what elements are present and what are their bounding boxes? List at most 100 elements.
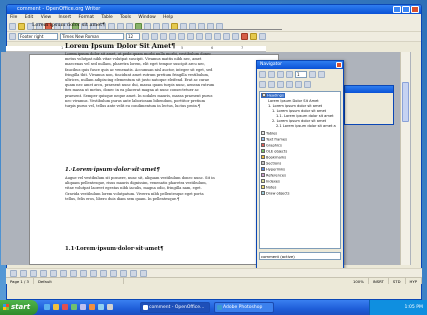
justify-icon[interactable] xyxy=(196,33,203,40)
menu-edit[interactable]: Edit xyxy=(25,15,34,20)
flowchart-icon[interactable] xyxy=(110,269,117,277)
navigation-icon[interactable] xyxy=(268,70,275,78)
text-icon[interactable] xyxy=(60,269,67,277)
quicklaunch-app-icon[interactable] xyxy=(62,304,68,310)
open-folder-icon[interactable] xyxy=(18,23,25,30)
taskbar-button-photoshop[interactable]: Adobe Photoshop xyxy=(214,302,274,313)
stars-icon[interactable] xyxy=(120,269,127,277)
tree-item-tables[interactable]: Tables xyxy=(261,131,277,136)
next-icon[interactable] xyxy=(286,70,293,78)
tree-item-references[interactable]: References xyxy=(261,173,286,178)
menu-tools[interactable]: Tools xyxy=(120,15,131,20)
window-titlebar[interactable]: comment - OpenOffice.org Writer xyxy=(7,5,421,14)
italic-icon[interactable] xyxy=(151,33,158,40)
tree-item-draw-objects[interactable]: Draw objects xyxy=(261,191,289,196)
callout-icon[interactable] xyxy=(70,269,77,277)
align-left-icon[interactable] xyxy=(169,33,176,40)
heading-3[interactable]: 1.1·Lorem·ipsum·dolor·sit·amet¶ xyxy=(65,246,164,252)
minimize-button[interactable] xyxy=(393,6,401,13)
numbering-icon[interactable] xyxy=(205,33,212,40)
reminder-icon[interactable] xyxy=(286,80,293,88)
new-document-icon[interactable] xyxy=(9,23,16,30)
menu-file[interactable]: File xyxy=(10,15,17,20)
page-header-text[interactable]: Lorem ipsum dolor sit amet¶ xyxy=(32,22,105,28)
menu-help[interactable]: Help xyxy=(163,15,173,20)
underline-icon[interactable] xyxy=(160,33,167,40)
status-zoom[interactable]: 100% xyxy=(349,278,369,284)
heading-2[interactable]: 1.·Lorem·ipsum·dolor·sit·amet¶ xyxy=(65,167,160,173)
quicklaunch-app-icon[interactable] xyxy=(71,304,77,310)
status-hyperlink-mode[interactable]: HYP xyxy=(406,278,422,284)
navigator-close-button[interactable] xyxy=(336,62,342,68)
paragraph-style-select[interactable]: Footer right xyxy=(18,33,58,40)
promote-chapter-icon[interactable] xyxy=(295,80,302,88)
line-icon[interactable] xyxy=(20,269,27,277)
anchor-icon[interactable] xyxy=(277,80,284,88)
previous-icon[interactable] xyxy=(277,70,284,78)
quicklaunch-app-icon[interactable] xyxy=(98,304,104,310)
font-name-select[interactable]: Times New Roman xyxy=(60,33,124,40)
heading-1[interactable]: Lorem Ipsum Dolor Sit Amet¶ xyxy=(65,42,175,50)
bullets-icon[interactable] xyxy=(214,33,221,40)
tree-item-notes[interactable]: Notes xyxy=(261,185,276,190)
rectangle-icon[interactable] xyxy=(30,269,37,277)
from-file-icon[interactable] xyxy=(140,269,147,277)
header-icon[interactable] xyxy=(259,80,266,88)
basic-shapes-icon[interactable] xyxy=(80,269,87,277)
styles-titlebar[interactable] xyxy=(345,86,393,93)
menu-insert[interactable]: Insert xyxy=(59,15,72,20)
align-right-icon[interactable] xyxy=(187,33,194,40)
expand-icon[interactable] xyxy=(262,93,266,97)
decrease-indent-icon[interactable] xyxy=(223,33,230,40)
navigator-titlebar[interactable]: Navigator xyxy=(257,61,343,69)
body-paragraph-2[interactable]: Augue vel vestibulum sit posuere, nunc s… xyxy=(65,176,215,242)
tree-item[interactable]: Lorem Ipsum Dolor Sit Amet xyxy=(268,99,319,103)
tree-item[interactable]: 1. Lorem ipsum dolor sit amet xyxy=(268,104,322,108)
toggle-icon[interactable] xyxy=(259,70,266,78)
menu-table[interactable]: Table xyxy=(101,15,112,20)
select-icon[interactable] xyxy=(10,269,17,277)
menu-view[interactable]: View xyxy=(41,15,51,20)
tree-item-ole-objects[interactable]: OLE objects xyxy=(261,149,287,154)
background-color-icon[interactable] xyxy=(259,33,266,40)
quicklaunch-desktop-icon[interactable] xyxy=(107,304,113,310)
fontwork-icon[interactable] xyxy=(130,269,137,277)
ellipse-icon[interactable] xyxy=(40,269,47,277)
bold-icon[interactable] xyxy=(142,33,149,40)
tree-item[interactable]: 2.1 Lorem ipsum dolor sit amet a xyxy=(276,124,336,128)
tree-item[interactable]: 2. Lorem ipsum dolor sit amet xyxy=(272,119,326,123)
page-number-field[interactable]: 1 xyxy=(295,70,307,78)
freeform-icon[interactable] xyxy=(50,269,57,277)
tree-item-graphics[interactable]: Graphics xyxy=(261,143,282,148)
status-insert-mode[interactable]: INSRT xyxy=(369,278,389,284)
content-view-icon[interactable] xyxy=(318,70,325,78)
highlighting-icon[interactable] xyxy=(250,33,257,40)
footer-icon[interactable] xyxy=(268,80,275,88)
taskbar-button-writer[interactable]: comment - OpenOffice... xyxy=(140,302,210,313)
navigator-document-select[interactable]: comment (active) xyxy=(259,252,341,260)
status-page-style[interactable]: Default xyxy=(34,278,124,284)
quicklaunch-browser-icon[interactable] xyxy=(44,304,50,310)
expand-icon[interactable] xyxy=(261,131,265,135)
quicklaunch-app-icon[interactable] xyxy=(89,304,95,310)
symbol-shapes-icon[interactable] xyxy=(90,269,97,277)
start-button[interactable]: start xyxy=(0,300,38,315)
tree-item[interactable]: 1. Lorem ipsum dolor sit amet xyxy=(272,109,326,113)
close-button[interactable] xyxy=(411,6,419,13)
drag-mode-icon[interactable] xyxy=(309,70,316,78)
menu-window[interactable]: Window xyxy=(138,15,155,20)
increase-indent-icon[interactable] xyxy=(232,33,239,40)
tree-item-text-frames[interactable]: Text frames xyxy=(261,137,287,142)
navigator-tree[interactable]: Headings Lorem Ipsum Dolor Sit Amet 1. L… xyxy=(259,91,341,249)
tree-item-headings[interactable]: Headings xyxy=(261,93,285,98)
quicklaunch-folder-icon[interactable] xyxy=(53,304,59,310)
demote-chapter-icon[interactable] xyxy=(304,80,311,88)
quicklaunch-app-icon[interactable] xyxy=(80,304,86,310)
tree-item-hyperlinks[interactable]: Hyperlinks xyxy=(261,167,285,172)
tree-item-bookmarks[interactable]: Bookmarks xyxy=(261,155,286,160)
scroll-thumb[interactable] xyxy=(402,82,409,122)
tree-item-sections[interactable]: Sections xyxy=(261,161,281,166)
tree-item-indexes[interactable]: Indexes xyxy=(261,179,280,184)
clock[interactable]: 1:05 PM xyxy=(404,305,423,310)
body-paragraph-1[interactable]: Lorem ipsum dolor sit amet, ut pede quam… xyxy=(65,52,215,164)
